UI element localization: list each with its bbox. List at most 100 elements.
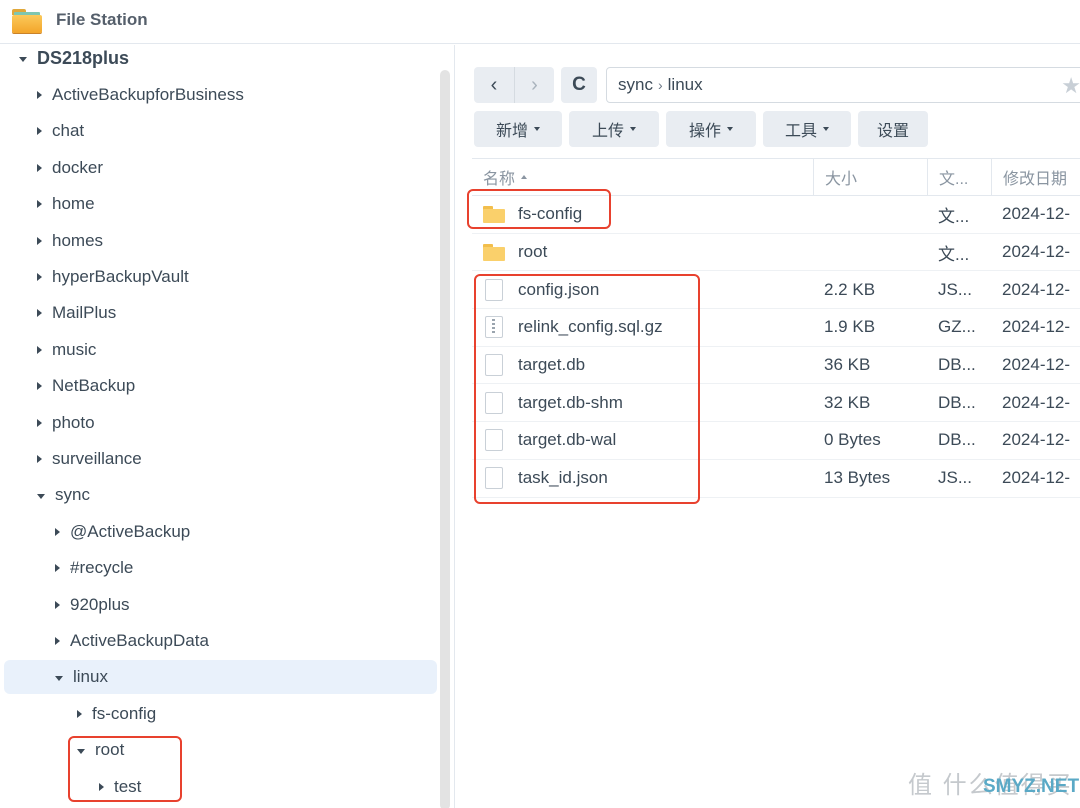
caret-right-icon[interactable] xyxy=(55,637,60,645)
tree-item[interactable]: surveillance xyxy=(4,442,437,476)
sidebar-scrollbar[interactable] xyxy=(440,70,450,808)
file-name: target.db-shm xyxy=(518,392,623,412)
tree-item[interactable]: ActiveBackupforBusiness xyxy=(4,78,437,112)
tree-item[interactable]: docker xyxy=(4,151,437,185)
file-modified-cell: 2024-12- xyxy=(1002,355,1071,375)
toolbar-button-label: 操作 xyxy=(688,123,721,140)
tree-item[interactable]: photo xyxy=(4,406,437,440)
tree-item[interactable]: ActiveBackupData xyxy=(4,624,437,658)
file-type-cell: DB... xyxy=(938,355,976,375)
tree-item[interactable]: homes xyxy=(4,224,437,258)
file-name-cell: target.db-wal xyxy=(472,422,813,459)
file-size-cell: 2.2 KB xyxy=(824,279,876,299)
tree-item-label: #recycle xyxy=(70,558,134,578)
file-row[interactable]: config.json 2.2 KB JS... 2024-12- xyxy=(472,271,1080,310)
toolbar-button[interactable]: 设置 xyxy=(858,111,928,147)
caret-right-icon[interactable] xyxy=(37,91,42,99)
column-header-type[interactable]: 文... xyxy=(927,159,991,195)
path-bar[interactable]: sync › linux ★ xyxy=(606,67,1080,103)
file-type-cell: 文... xyxy=(938,244,970,264)
caret-right-icon[interactable] xyxy=(37,455,42,463)
file-row[interactable]: task_id.json 13 Bytes JS... 2024-12- xyxy=(472,460,1080,498)
tree-item[interactable]: 920plus xyxy=(4,588,437,622)
caret-right-icon[interactable] xyxy=(37,309,42,318)
caret-right-icon[interactable] xyxy=(37,345,42,354)
caret-down-icon[interactable] xyxy=(77,748,85,754)
path-segment-linux[interactable]: linux xyxy=(668,75,703,95)
refresh-button[interactable]: C xyxy=(561,67,597,103)
watermark-site: SMYZ.NET xyxy=(983,776,1080,797)
toolbar-button[interactable]: 工具 xyxy=(763,111,851,147)
file-modified-cell: 2024-12- xyxy=(1002,242,1071,262)
path-segment-sync[interactable]: sync xyxy=(618,75,653,95)
refresh-icon: C xyxy=(572,74,586,95)
tree-item[interactable]: MailPlus xyxy=(4,296,437,330)
file-size-cell: 13 Bytes xyxy=(824,468,891,488)
tree-item[interactable]: music xyxy=(4,333,437,367)
tree-item[interactable]: chat xyxy=(4,114,437,148)
caret-down-icon xyxy=(727,127,733,131)
tree-root-ds218plus[interactable]: DS218plus xyxy=(4,45,437,75)
forward-button[interactable]: › xyxy=(514,67,554,103)
caret-right-icon[interactable] xyxy=(37,382,42,391)
tree-item[interactable]: hyperBackupVault xyxy=(4,260,437,294)
caret-down-icon[interactable] xyxy=(55,675,63,681)
tree-item-label: sync xyxy=(55,485,90,505)
file-row[interactable]: target.db-wal 0 Bytes DB... 2024-12- xyxy=(472,422,1080,460)
chevron-right-icon: › xyxy=(531,73,538,96)
column-header-size[interactable]: 大小 xyxy=(813,159,927,195)
file-icon xyxy=(485,467,503,490)
caret-right-icon[interactable] xyxy=(37,236,42,245)
star-icon[interactable]: ★ xyxy=(1061,73,1080,99)
caret-right-icon[interactable] xyxy=(37,418,42,427)
tree-item[interactable]: @ActiveBackup xyxy=(4,515,437,549)
tree-item-label: test xyxy=(114,776,142,796)
file-list: 名称 大小 文... 修改日期 fs-config 文... 2024-12- roo… xyxy=(472,158,1080,498)
caret-right-icon[interactable] xyxy=(37,273,42,281)
toolbar-button[interactable]: 新增 xyxy=(474,111,562,147)
file-name-cell: task_id.json xyxy=(472,460,813,497)
caret-down-icon[interactable] xyxy=(37,493,45,499)
file-name-cell: relink_config.sql.gz xyxy=(472,309,813,346)
file-name: root xyxy=(518,242,548,262)
file-row[interactable]: relink_config.sql.gz 1.9 KB GZ... 2024-12- xyxy=(472,309,1080,347)
caret-right-icon[interactable] xyxy=(55,527,60,536)
file-name: relink_config.sql.gz xyxy=(518,317,663,337)
caret-down-icon xyxy=(823,127,829,131)
column-header-modified[interactable]: 修改日期 xyxy=(991,159,1080,195)
tree-item[interactable]: #recycle xyxy=(4,551,437,585)
file-type-cell: DB... xyxy=(938,430,976,450)
caret-right-icon[interactable] xyxy=(37,200,42,209)
tree-item[interactable]: sync xyxy=(4,478,437,512)
tree-item[interactable]: root xyxy=(4,733,437,767)
toolbar-button-label: 设置 xyxy=(876,123,909,140)
caret-right-icon[interactable] xyxy=(77,709,82,718)
caret-right-icon[interactable] xyxy=(55,564,60,573)
caret-right-icon[interactable] xyxy=(99,782,104,791)
tree-item[interactable]: test xyxy=(4,770,437,804)
file-row[interactable]: target.db-shm 32 KB DB... 2024-12- xyxy=(472,384,1080,423)
toolbar-button[interactable]: 上传 xyxy=(569,111,659,147)
column-header-name[interactable]: 名称 xyxy=(472,159,813,195)
tree-item[interactable]: linux xyxy=(4,660,437,695)
folder-icon xyxy=(483,205,505,223)
caret-down-icon xyxy=(534,127,540,131)
file-modified-cell: 2024-12- xyxy=(1002,279,1071,299)
tree-item[interactable]: fs-config xyxy=(4,697,437,731)
caret-right-icon[interactable] xyxy=(55,600,60,609)
caret-right-icon[interactable] xyxy=(37,127,42,136)
file-row[interactable]: root 文... 2024-12- xyxy=(472,234,1080,272)
file-row[interactable]: target.db 36 KB DB... 2024-12- xyxy=(472,347,1080,385)
caret-down-icon[interactable] xyxy=(19,56,27,62)
file-name: fs-config xyxy=(518,204,583,224)
toolbar-button-label: 工具 xyxy=(784,123,817,140)
tree-item-label: music xyxy=(52,339,97,359)
caret-right-icon[interactable] xyxy=(37,163,42,172)
tree-item[interactable]: NetBackup xyxy=(4,369,437,403)
file-row[interactable]: fs-config 文... 2024-12- xyxy=(472,196,1080,234)
tree-item-label: @ActiveBackup xyxy=(70,521,191,541)
tree-item[interactable]: home xyxy=(4,187,437,221)
tree-item-label: MailPlus xyxy=(52,303,117,323)
toolbar-button[interactable]: 操作 xyxy=(666,111,756,147)
back-button[interactable]: ‹ xyxy=(474,67,514,103)
